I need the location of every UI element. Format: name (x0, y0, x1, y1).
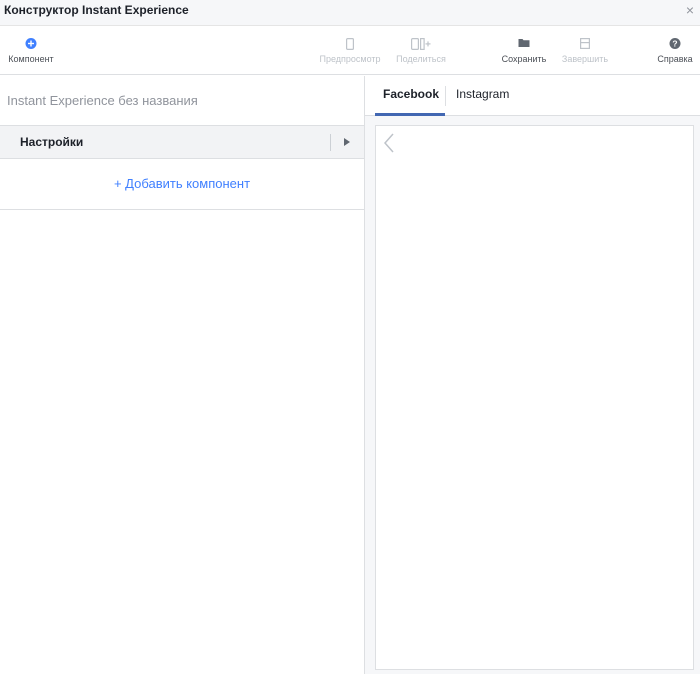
share-phone-icon (411, 38, 431, 50)
add-component-link[interactable]: + Добавить компонент (0, 176, 364, 191)
chevron-left-icon[interactable] (384, 133, 394, 153)
help-button[interactable]: ? Справка (652, 26, 698, 75)
phone-icon (346, 38, 354, 50)
svg-text:?: ? (672, 39, 677, 49)
settings-row[interactable]: Настройки (0, 125, 364, 159)
help-icon: ? (669, 38, 681, 49)
settings-label: Настройки (20, 135, 84, 149)
add-component-row: + Добавить компонент (0, 159, 364, 210)
close-icon[interactable]: × (686, 2, 694, 18)
toolbar: Компонент Предпросмотр Поделиться Сохран… (0, 26, 700, 75)
finish-label: Завершить (561, 54, 609, 64)
settings-divider (330, 134, 331, 151)
add-component-button[interactable]: Компонент (4, 26, 58, 75)
add-component-label: Компонент (8, 54, 54, 64)
components-panel: Instant Experience без названия Настройк… (0, 76, 365, 674)
tab-divider (445, 86, 446, 106)
save-button[interactable]: Сохранить (498, 26, 550, 75)
tab-facebook[interactable]: Facebook (375, 76, 445, 116)
share-label: Поделиться (396, 54, 446, 64)
tab-instagram[interactable]: Instagram (456, 76, 516, 116)
preview-label: Предпросмотр (319, 54, 381, 64)
preview-button[interactable]: Предпросмотр (318, 26, 382, 75)
folder-icon (518, 39, 530, 47)
window-title: Конструктор Instant Experience (4, 3, 189, 17)
preview-panel: Facebook Instagram (365, 76, 700, 674)
finish-button[interactable]: Завершить (558, 26, 612, 75)
preview-canvas (375, 125, 694, 670)
help-label: Справка (657, 54, 693, 64)
finish-icon (580, 38, 590, 49)
share-button[interactable]: Поделиться (392, 26, 450, 75)
preview-tabs: Facebook Instagram (365, 76, 700, 116)
save-label: Сохранить (501, 54, 547, 64)
document-name[interactable]: Instant Experience без названия (7, 93, 198, 108)
chevron-right-icon[interactable] (344, 138, 350, 146)
title-bar: Конструктор Instant Experience × (0, 0, 700, 26)
plus-circle-icon (25, 38, 37, 49)
